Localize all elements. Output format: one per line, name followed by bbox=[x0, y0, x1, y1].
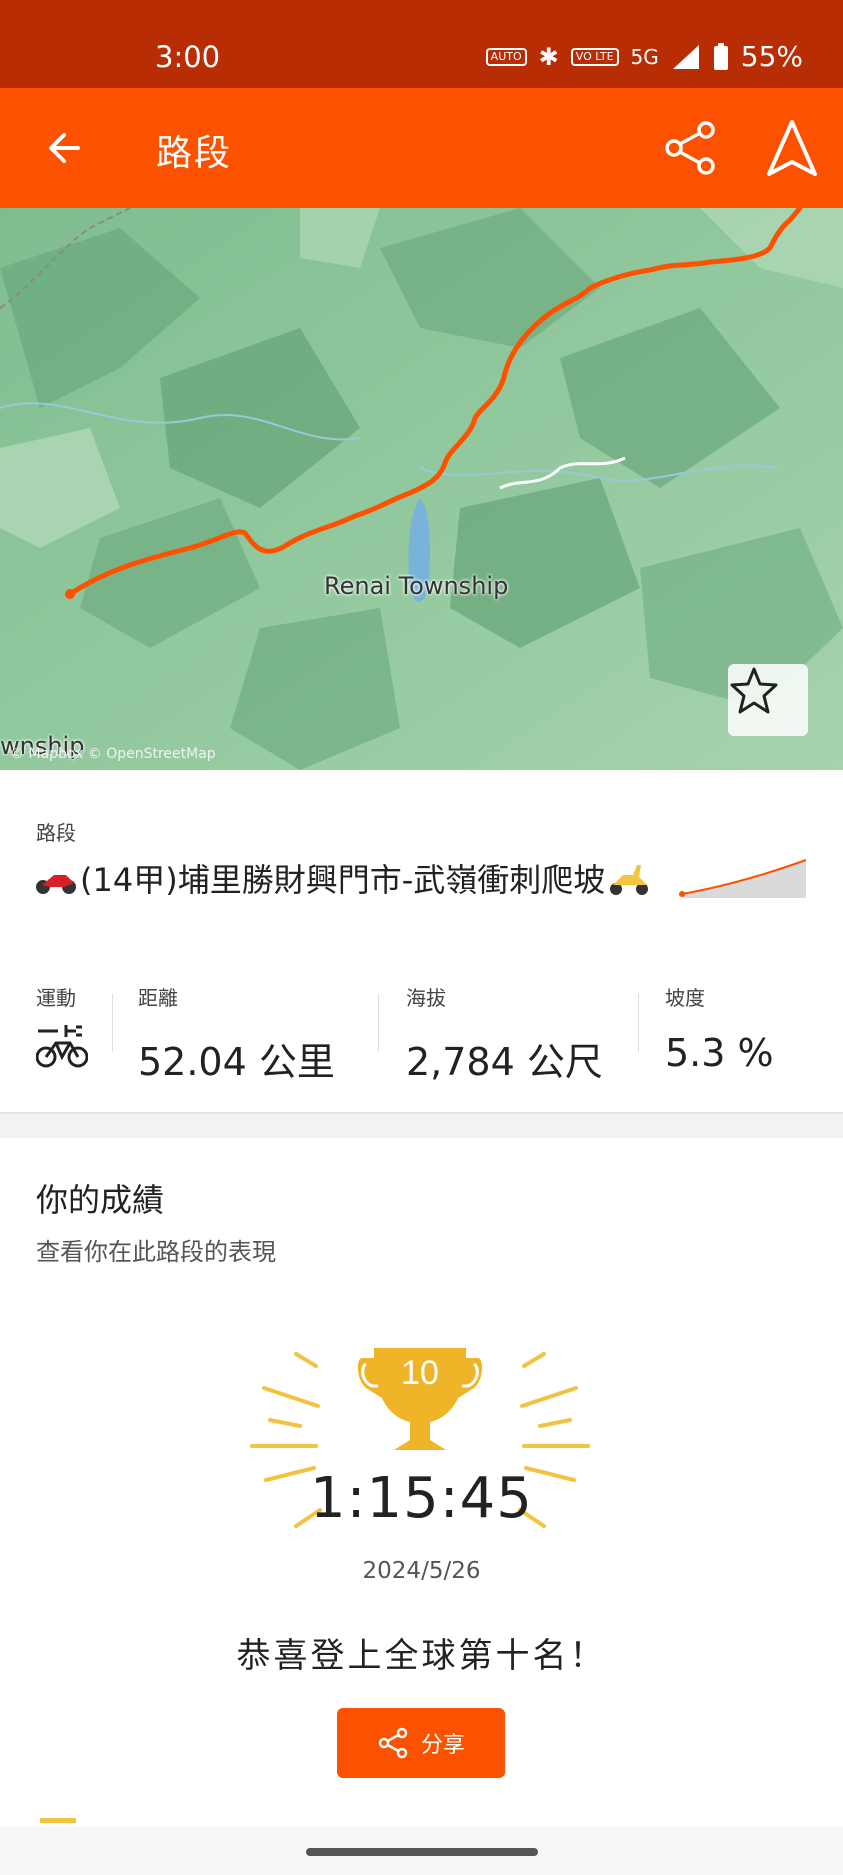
share-button-label: 分享 bbox=[420, 1733, 465, 1758]
stat-grade: 坡度 5.3 % bbox=[665, 982, 774, 1075]
map-place-label: Renai Township bbox=[324, 572, 509, 600]
performance-title: 你的成績 bbox=[36, 1181, 165, 1219]
battery-percent: 55% bbox=[740, 40, 803, 73]
stat-label: 坡度 bbox=[665, 986, 705, 1010]
elevation-profile-thumb bbox=[679, 859, 807, 898]
performance-subtitle: 查看你在此路段的表現 bbox=[36, 1238, 276, 1266]
stat-label: 海拔 bbox=[406, 986, 446, 1010]
result-date: 2024/5/26 bbox=[362, 1558, 481, 1584]
share-icon[interactable] bbox=[662, 120, 718, 176]
status-bar: 3:00 AUTO ✱ VO LTE 5G 55% bbox=[0, 0, 843, 88]
stat-elevation: 海拔 2,784 公尺 bbox=[406, 982, 603, 1086]
battery-icon bbox=[713, 42, 728, 70]
network-label: 5G bbox=[630, 44, 659, 69]
stat-label: 距離 bbox=[138, 986, 178, 1010]
stat-value: 52.04 公里 bbox=[138, 1040, 335, 1084]
auto-badge: AUTO bbox=[485, 47, 527, 66]
section-divider bbox=[0, 1112, 843, 1138]
signal-icon bbox=[672, 44, 699, 69]
home-gesture-pill[interactable] bbox=[306, 1848, 538, 1856]
status-time: 3:00 bbox=[155, 40, 221, 74]
segment-stats: 運動 距離 52.04 公里 海拔 2,784 公尺 坡度 5.3 % bbox=[0, 982, 843, 1084]
stat-label: 運動 bbox=[36, 986, 76, 1010]
section-label: 路段 bbox=[36, 821, 76, 845]
segment-name: (14甲)埔里勝財興門市-武嶺衝刺爬坡 bbox=[34, 852, 654, 908]
divider bbox=[112, 994, 113, 1052]
scooter-icon bbox=[610, 865, 649, 895]
back-arrow-icon[interactable] bbox=[40, 123, 90, 173]
navigate-icon[interactable] bbox=[763, 118, 821, 178]
divider bbox=[378, 994, 379, 1052]
segment-map[interactable]: Renai Township wnship © Mapbox © OpenStr… bbox=[0, 208, 843, 770]
stat-sport: 運動 bbox=[35, 982, 89, 1073]
page-title: 路段 bbox=[156, 133, 233, 174]
map-terrain bbox=[0, 208, 843, 770]
map-attribution: © Mapbox © OpenStreetMap bbox=[10, 746, 216, 762]
share-result-button[interactable]: 分享 bbox=[337, 1708, 505, 1778]
rank-number: 10 bbox=[401, 1354, 439, 1392]
stat-distance: 距離 52.04 公里 bbox=[138, 982, 335, 1086]
status-icons: AUTO ✱ VO LTE 5G 55% bbox=[485, 40, 803, 73]
result-time: 1:15:45 bbox=[310, 1466, 533, 1531]
stat-value: 2,784 公尺 bbox=[406, 1040, 603, 1084]
star-outline-icon bbox=[730, 667, 778, 714]
share-icon bbox=[378, 1727, 408, 1759]
next-section-peek bbox=[40, 1818, 76, 1823]
motorcycle-icon bbox=[36, 875, 76, 894]
segment-name-text: (14甲)埔里勝財興門市-武嶺衝刺爬坡 bbox=[80, 861, 606, 899]
divider bbox=[638, 994, 639, 1052]
e-bike-icon bbox=[35, 1025, 89, 1068]
favorite-button[interactable] bbox=[728, 664, 808, 736]
bluetooth-icon: ✱ bbox=[538, 42, 559, 71]
stat-value: 5.3 % bbox=[665, 1031, 774, 1075]
congrats-message: 恭喜登上全球第十名！ bbox=[236, 1636, 607, 1676]
volte-badge: VO LTE bbox=[570, 47, 619, 66]
app-bar: 路段 bbox=[0, 88, 843, 208]
